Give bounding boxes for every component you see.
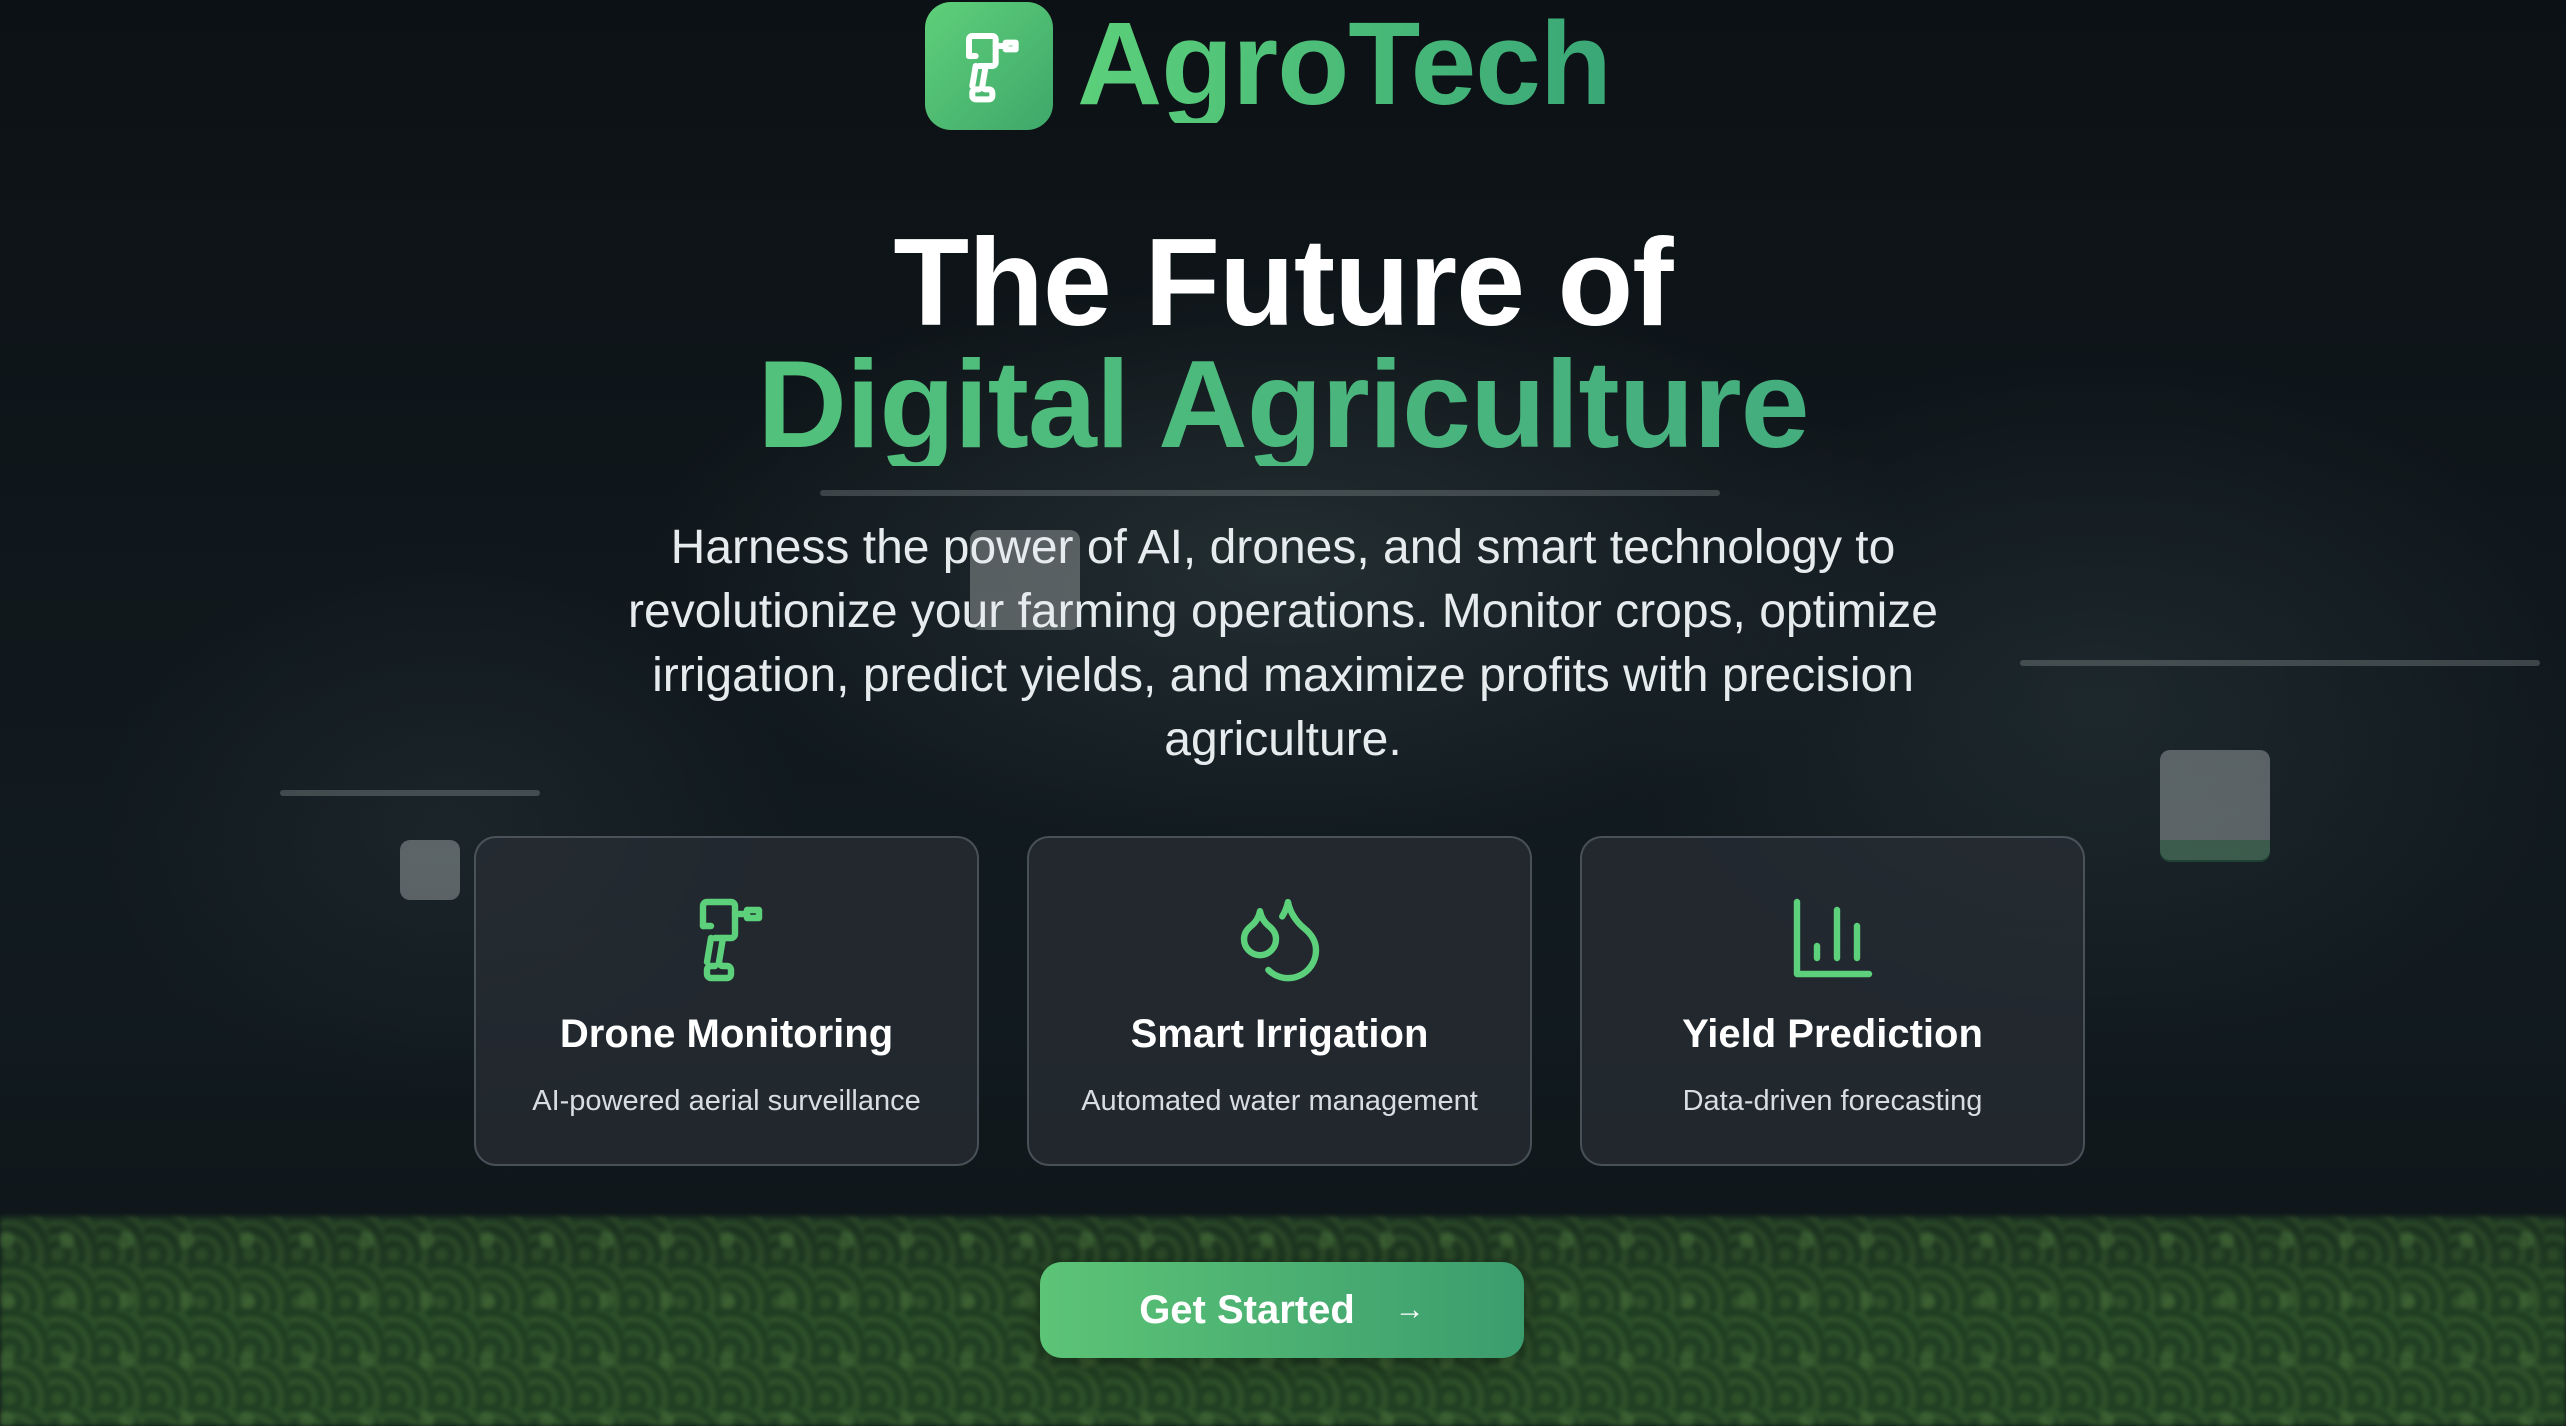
feature-card-yield-prediction[interactable]: Yield Prediction Data-driven forecasting (1580, 836, 2085, 1166)
get-started-label: Get Started (1139, 1287, 1355, 1332)
hero-title: The Future of Digital Agriculture (0, 214, 2566, 467)
brand-header[interactable]: AgroTech (925, 0, 1612, 130)
feature-cards: Drone Monitoring AI-powered aerial surve… (474, 836, 2085, 1166)
hero-subtitle: Harness the power of AI, drones, and sma… (628, 521, 1938, 766)
get-started-button[interactable]: Get Started → (1040, 1262, 1524, 1358)
feature-description: Data-driven forecasting (1682, 1085, 1983, 1117)
feature-description: Automated water management (1081, 1085, 1478, 1117)
feature-title: Drone Monitoring (559, 1012, 894, 1056)
brand-name: AgroTech (1077, 0, 1612, 130)
feature-card-drone-monitoring[interactable]: Drone Monitoring AI-powered aerial surve… (474, 836, 979, 1166)
feature-title: Yield Prediction (1682, 1012, 1983, 1056)
hero-title-line1: The Future of (893, 214, 1673, 352)
feature-card-smart-irrigation[interactable]: Smart Irrigation Automated water managem… (1027, 836, 1532, 1166)
hero-title-line2: Digital Agriculture (0, 343, 2566, 467)
droplets-icon (1230, 888, 1330, 988)
bar-chart-icon (1783, 888, 1883, 988)
feature-title: Smart Irrigation (1130, 1012, 1429, 1056)
hero-section: AgroTech The Future of Digital Agricultu… (0, 0, 2566, 1426)
feature-description: AI-powered aerial surveillance (532, 1085, 921, 1117)
arrow-right-icon: → (1394, 1293, 1425, 1326)
drone-monitoring-icon (677, 888, 777, 988)
drill-drone-icon (925, 2, 1053, 130)
